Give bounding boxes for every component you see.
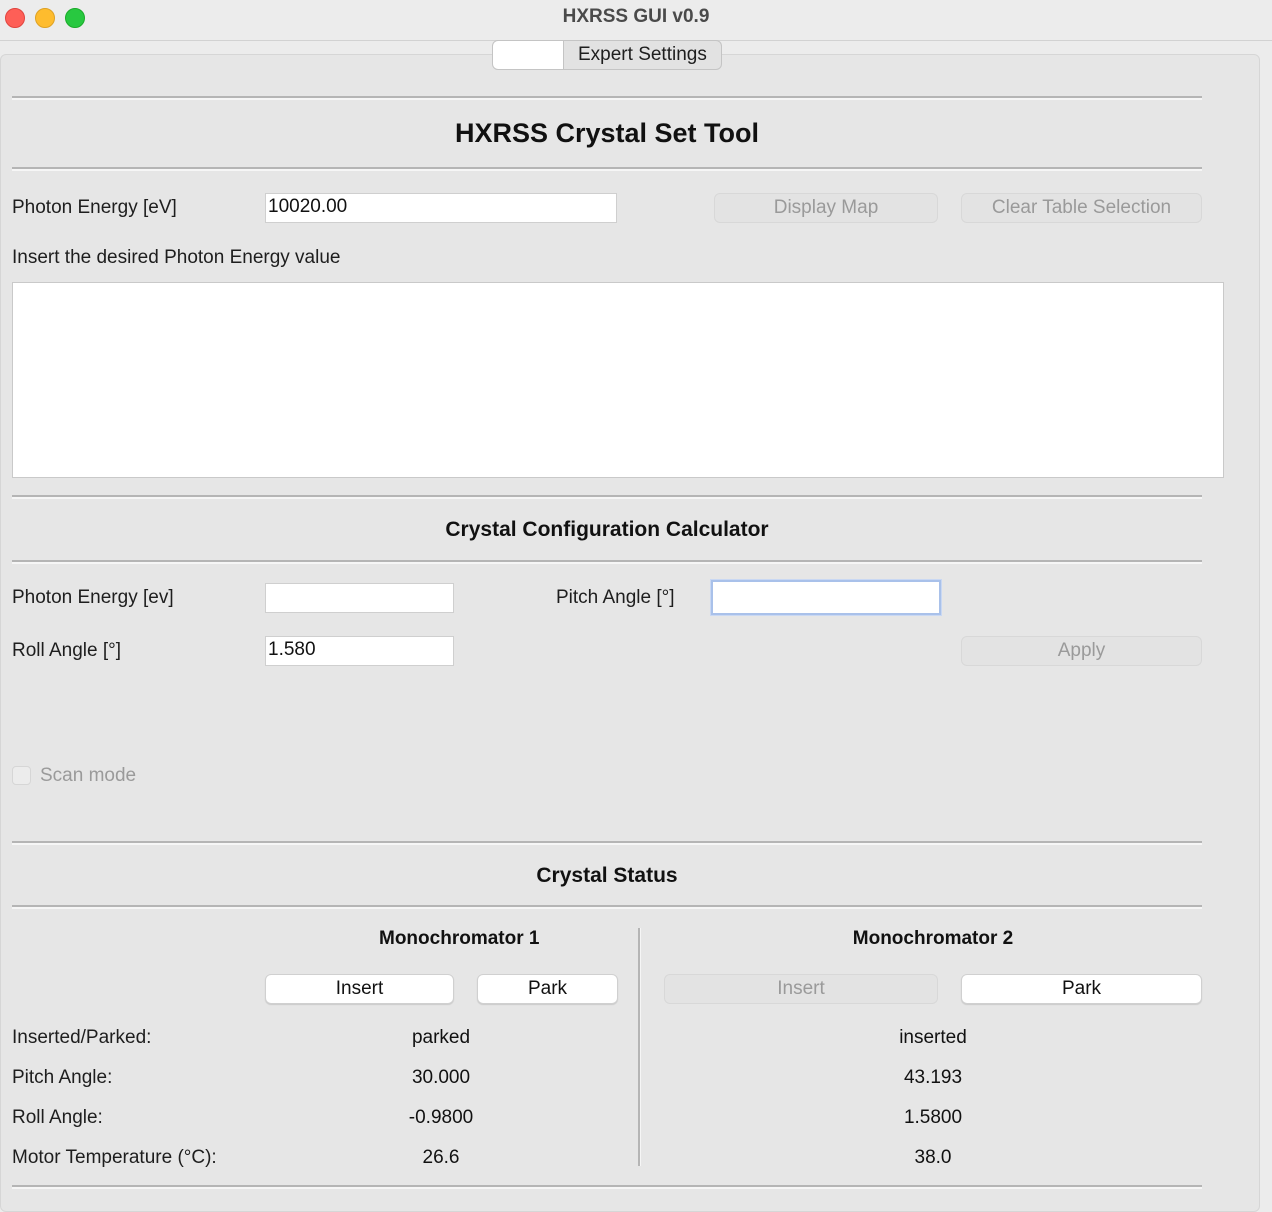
separator [12, 905, 1202, 909]
mono2-motor-temperature-value: 38.0 [914, 1147, 952, 1168]
mono1-inserted-parked-value: parked [411, 1027, 471, 1048]
title-bar: HXRSS GUI v0.9 [0, 0, 1272, 41]
pitch-angle-status-label: Pitch Angle: [12, 1067, 113, 1088]
separator [12, 560, 1202, 564]
column-divider [638, 928, 641, 1166]
separator [12, 167, 1202, 171]
mono1-pitch-angle-value: 30.000 [411, 1067, 471, 1088]
roll-angle-status-label: Roll Angle: [12, 1107, 103, 1128]
separator [12, 841, 1202, 845]
mono1-park-button[interactable]: Park [477, 974, 618, 1004]
monochromator-2-title: Monochromator 2 [852, 928, 1014, 949]
mono2-pitch-angle-value: 43.193 [903, 1067, 963, 1088]
separator [12, 495, 1202, 499]
separator [12, 96, 1202, 100]
photon-energy-label: Photon Energy [eV] [12, 197, 177, 218]
monochromator-1-title: Monochromator 1 [379, 928, 540, 949]
tab-bar: Expert Settings [492, 40, 722, 70]
mono2-insert-button[interactable]: Insert [664, 974, 938, 1004]
mono2-roll-angle-value: 1.5800 [903, 1107, 963, 1128]
mono1-motor-temperature-value: 26.6 [422, 1147, 460, 1168]
calc-photon-energy-label: Photon Energy [ev] [12, 587, 174, 608]
page-title: HXRSS Crystal Set Tool [454, 118, 760, 148]
separator [12, 1185, 1202, 1189]
roll-angle-input[interactable]: 1.580 [265, 636, 454, 666]
window-title: HXRSS GUI v0.9 [562, 6, 710, 27]
roll-angle-label: Roll Angle [°] [12, 640, 121, 661]
tab-expert-settings[interactable]: Expert Settings [564, 40, 722, 70]
apply-button[interactable]: Apply [961, 636, 1202, 666]
calc-photon-energy-input[interactable] [265, 583, 454, 613]
crystal-status-title: Crystal Status [536, 864, 678, 887]
scan-mode-label: Scan mode [40, 765, 137, 786]
tab-content-panel [0, 54, 1260, 1212]
mono1-roll-angle-value: -0.9800 [408, 1107, 474, 1128]
motor-temperature-label: Motor Temperature (°C): [12, 1147, 217, 1168]
inserted-parked-label: Inserted/Parked: [12, 1027, 152, 1048]
results-table[interactable] [12, 282, 1224, 478]
calculator-title: Crystal Configuration Calculator [445, 518, 769, 541]
pitch-angle-label: Pitch Angle [°] [556, 587, 675, 608]
scan-mode-checkbox[interactable] [12, 766, 31, 785]
mono2-inserted-parked-value: inserted [899, 1027, 967, 1048]
mono1-insert-button[interactable]: Insert [265, 974, 454, 1004]
clear-table-selection-button[interactable]: Clear Table Selection [961, 193, 1202, 223]
mono2-park-button[interactable]: Park [961, 974, 1202, 1004]
display-map-button[interactable]: Display Map [714, 193, 938, 223]
tab-main[interactable] [492, 40, 564, 70]
photon-energy-input[interactable]: 10020.00 [265, 193, 617, 223]
pitch-angle-input[interactable] [711, 580, 941, 615]
instruction-text: Insert the desired Photon Energy value [12, 247, 341, 268]
